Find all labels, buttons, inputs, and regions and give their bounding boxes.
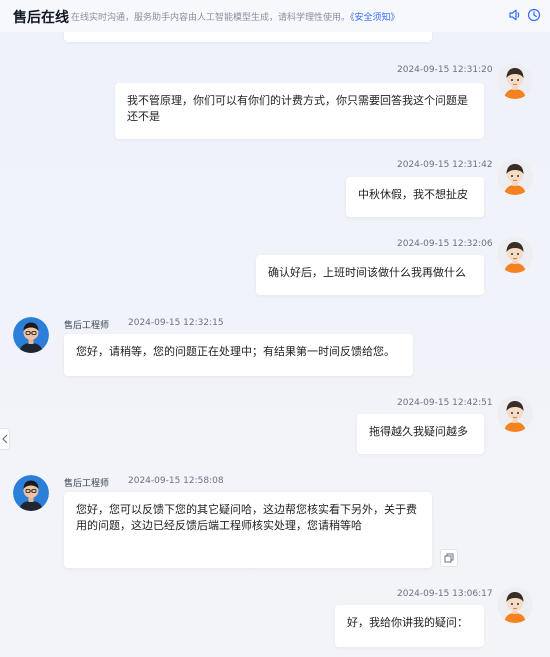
message-time: 2024-09-15 13:06:17 [397, 589, 493, 599]
message-time: 2024-09-15 12:32:15 [128, 318, 224, 328]
copy-button[interactable] [440, 549, 458, 567]
message-bubble: 中秋休假，我不想扯皮 [346, 177, 484, 217]
collapse-panel-button[interactable] [0, 428, 10, 450]
user-avatar [497, 63, 533, 99]
safety-notice-link[interactable]: 《安全须知》 [350, 13, 400, 23]
user-avatar [497, 237, 533, 273]
speaker-icon[interactable] [508, 8, 522, 22]
message-bubble: 拖得越久我疑问越多 [357, 414, 484, 454]
message-time: 2024-09-15 12:32:06 [397, 239, 493, 249]
agent-avatar [13, 317, 49, 353]
agent-name: 售后工程师 [64, 479, 110, 489]
message-bubble: 好，我给你讲我的疑问： [335, 605, 484, 647]
message-time: 2024-09-15 12:31:20 [397, 65, 493, 75]
message-time: 2024-09-15 12:58:08 [128, 476, 224, 486]
notice-text: 在线实时沟通，服务助手内容由人工智能模型生成，请科学理性使用。 [71, 13, 351, 23]
user-avatar [497, 396, 533, 432]
ai-notice: 在线实时沟通，服务助手内容由人工智能模型生成，请科学理性使用。《安全须知》 [71, 10, 400, 23]
chat-header: 售后在线 在线实时沟通，服务助手内容由人工智能模型生成，请科学理性使用。《安全须… [0, 0, 550, 32]
clock-icon[interactable] [527, 8, 541, 22]
agent-avatar [13, 475, 49, 511]
message-time: 2024-09-15 12:42:51 [397, 398, 493, 408]
message-bubble: 您好，您可以反馈下您的其它疑问哈，这边帮您核实看下另外，关于费用的问题，这边已经… [64, 492, 432, 568]
message-bubble: 您好，请稍等，您的问题正在处理中；有结果第一时间反馈给您。 [64, 334, 413, 376]
user-avatar [497, 159, 533, 195]
copy-icon [444, 553, 454, 563]
chevron-left-icon [1, 434, 7, 444]
page-title: 售后在线 [13, 10, 69, 26]
message-time: 2024-09-15 12:31:42 [397, 160, 493, 170]
message-bubble: 确认好后，上班时间该做什么我再做什么 [256, 255, 484, 295]
agent-name: 售后工程师 [64, 321, 110, 331]
user-avatar [497, 587, 533, 623]
chat-area[interactable]: 2024-09-15 12:31:20 我不管原理，你们可以有你们的计费方式，你… [0, 22, 550, 657]
message-bubble: 我不管原理，你们可以有你们的计费方式，你只需要回答我这个问题是还不是 [115, 83, 484, 139]
